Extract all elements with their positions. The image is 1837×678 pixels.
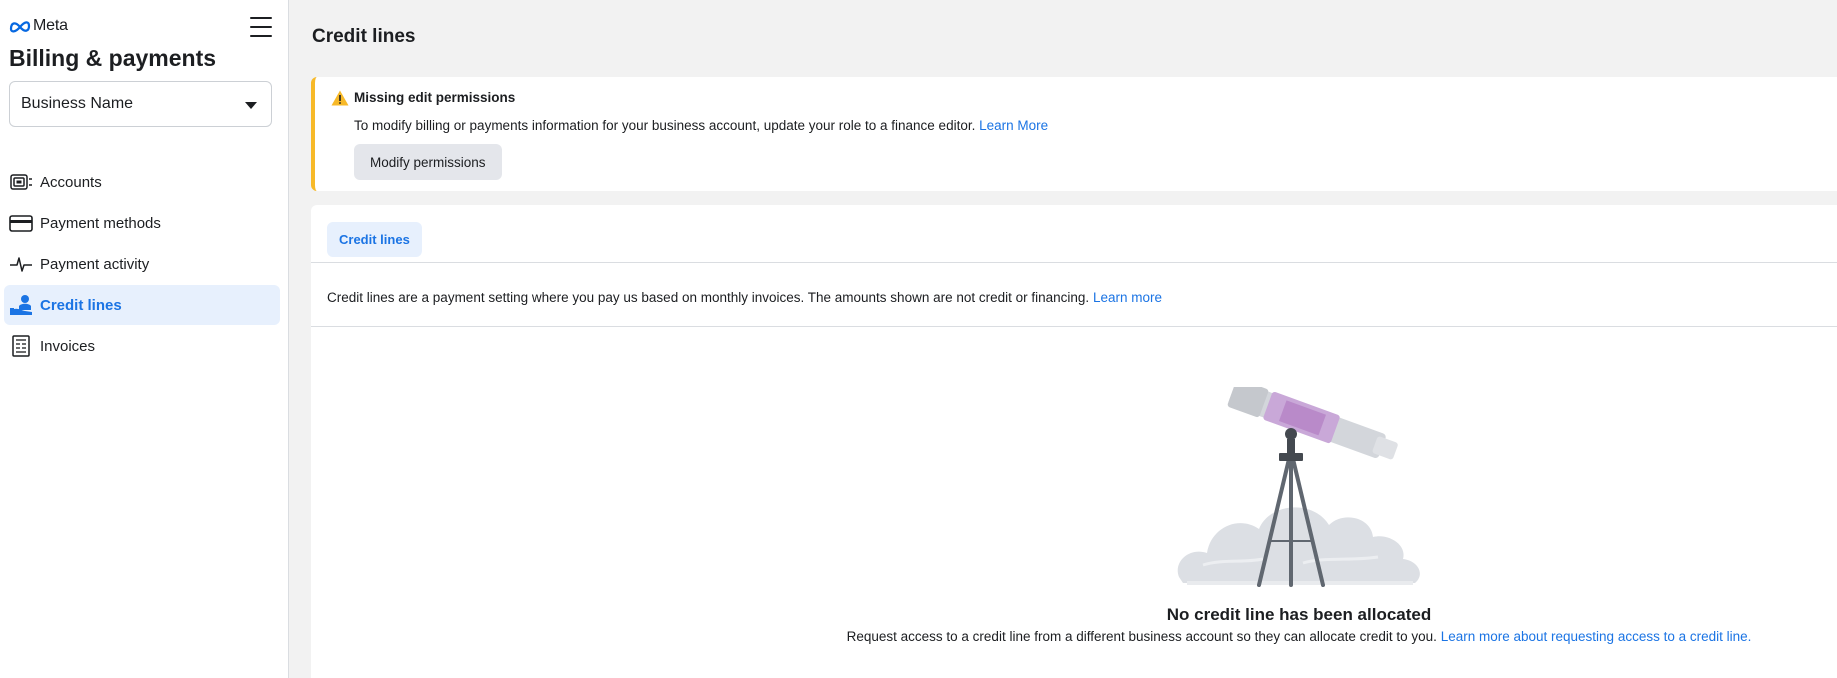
hamburger-menu-icon[interactable] (250, 17, 272, 37)
banner-message-text: To modify billing or payments informatio… (354, 118, 976, 133)
caret-down-icon (245, 102, 257, 109)
sidebar-item-label: Payment methods (40, 214, 161, 232)
credit-lines-info-text: Credit lines are a payment setting where… (327, 290, 1090, 305)
tab-divider (311, 262, 1837, 263)
telescope-illustration (1177, 387, 1420, 587)
credit-lines-icon (10, 295, 32, 315)
warning-icon (331, 90, 349, 106)
credit-lines-card: Credit lines Credit lines are a payment … (311, 205, 1837, 678)
info-divider (311, 326, 1837, 327)
sidebar-item-label: Invoices (40, 337, 96, 355)
sidebar-nav: Accounts Payment methods Payment activit… (0, 162, 289, 367)
banner-heading: Missing edit permissions (354, 90, 516, 105)
app-title: Billing & payments (9, 45, 217, 71)
modify-permissions-button[interactable]: Modify permissions (354, 144, 502, 180)
app: Meta Billing & payments Business Name Ac… (0, 0, 1837, 678)
accounts-icon (10, 174, 32, 190)
empty-state-description: Request access to a credit line from a d… (846, 629, 1437, 644)
sidebar-item-label: Payment activity (40, 255, 150, 273)
tab-credit-lines[interactable]: Credit lines (327, 222, 422, 257)
banner-message: To modify billing or payments informatio… (354, 118, 1048, 133)
invoice-icon (12, 335, 30, 357)
sidebar-item-invoices[interactable]: Invoices (4, 326, 280, 366)
meta-logo-icon (9, 21, 31, 33)
sidebar-item-label: Credit lines (40, 296, 122, 314)
sidebar: Meta Billing & payments Business Name Ac… (0, 0, 289, 678)
banner-learn-more-link[interactable]: Learn More (979, 118, 1048, 133)
permissions-warning-banner: Missing edit permissions To modify billi… (311, 77, 1837, 191)
credit-lines-info: Credit lines are a payment setting where… (327, 290, 1162, 305)
request-access-learn-more-link[interactable]: Learn more about requesting access to a … (1441, 629, 1752, 644)
sidebar-item-payment-methods[interactable]: Payment methods (4, 203, 280, 243)
sidebar-item-accounts[interactable]: Accounts (4, 162, 280, 202)
sidebar-item-credit-lines[interactable]: Credit lines (4, 285, 280, 325)
info-learn-more-link[interactable]: Learn more (1093, 290, 1162, 305)
meta-logo[interactable]: Meta (9, 16, 68, 36)
page-title: Credit lines (312, 26, 416, 47)
business-select[interactable]: Business Name (9, 81, 272, 127)
meta-logo-text: Meta (33, 17, 68, 34)
card-icon (9, 215, 33, 232)
sidebar-item-payment-activity[interactable]: Payment activity (4, 244, 280, 284)
sidebar-item-label: Accounts (40, 173, 102, 191)
business-select-value: Business Name (21, 95, 134, 112)
empty-state-text: Request access to a credit line from a d… (311, 629, 1837, 644)
activity-icon (10, 257, 32, 272)
empty-state-title: No credit line has been allocated (1166, 605, 1432, 624)
